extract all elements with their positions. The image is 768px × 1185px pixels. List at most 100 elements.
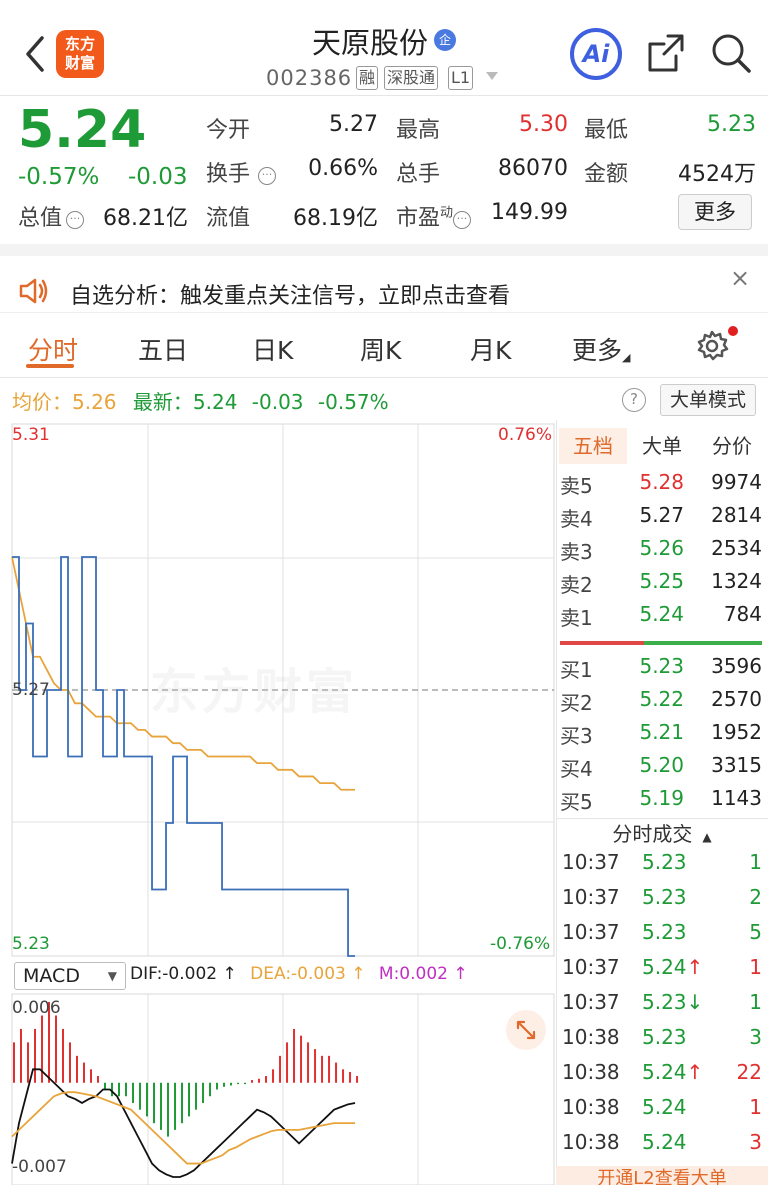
tab-five-levels[interactable]: 五档 [559, 428, 627, 464]
section-divider [0, 244, 768, 256]
tick-price: 5.23 [642, 920, 712, 944]
info-icon[interactable]: ··· [258, 167, 277, 185]
tick-price-value: 5.23 [642, 1025, 687, 1049]
ask-level-2[interactable]: 卖2 5.25 1324 [556, 569, 768, 599]
indicator-select[interactable]: MACD ▼ [14, 962, 126, 990]
ask-level-4-label: 卖4 [560, 507, 593, 531]
tab-weekly-k[interactable]: 周K [360, 331, 401, 367]
tick-price: 5.23 [642, 850, 712, 874]
expand-icon[interactable] [506, 1010, 546, 1050]
ask-level-1-price: 5.24 [639, 602, 684, 626]
tick-time: 10:38 [562, 1130, 620, 1154]
arrow-down-icon: ↓ [686, 990, 704, 1014]
big-order-mode-button[interactable]: 大单模式 [660, 384, 756, 416]
ask-level-3-price: 5.26 [639, 536, 684, 560]
tick-time: 10:37 [562, 920, 620, 944]
ai-assistant-button[interactable]: Ai [570, 28, 622, 80]
quote-label-total-cap: 总值 ··· [18, 200, 85, 232]
intraday-summary: 均价：5.26 最新：5.24 -0.03 -0.57% [12, 390, 389, 414]
macd-values: DIF:-0.002 ↑ DEA:-0.003 ↑ M:0.002 ↑ [130, 964, 468, 984]
quote-value-total-cap: 68.21亿 [103, 206, 188, 231]
tick-row: 10:38 5.23 3 [556, 1025, 768, 1055]
ask-level-4-volume: 2814 [711, 503, 762, 527]
chart-grid [11, 423, 555, 1185]
macd-axis-bottom: -0.007 [12, 1157, 67, 1177]
notice-text[interactable]: 自选分析：触发重点关注信号，立即点击查看 [70, 278, 510, 310]
tab-daily-k[interactable]: 日K [252, 331, 293, 367]
bid-level-1[interactable]: 买1 5.23 3596 [556, 654, 768, 684]
pct-axis-top: 0.76% [498, 425, 553, 445]
tick-volume: 22 [736, 1060, 762, 1084]
back-arrow-icon[interactable] [22, 34, 48, 74]
ask-level-5-price: 5.28 [639, 470, 684, 494]
bid-level-3[interactable]: 买3 5.21 1952 [556, 720, 768, 750]
bid-level-2[interactable]: 买2 5.22 2570 [556, 687, 768, 717]
tag-margin: 融 [356, 66, 379, 90]
tab-more[interactable]: 更多◢ [572, 331, 630, 367]
ask-level-3[interactable]: 卖3 5.26 2534 [556, 536, 768, 566]
help-icon[interactable]: ? [622, 388, 646, 412]
ask-level-1-volume: 784 [723, 602, 762, 626]
y-axis-top: 5.31 [12, 425, 50, 445]
tab-big-orders[interactable]: 大单 [629, 428, 695, 464]
tick-time: 10:37 [562, 850, 620, 874]
tab-price-dist[interactable]: 分价 [697, 428, 767, 464]
quote-value-pe: 149.99 [491, 200, 568, 225]
bid-level-3-label: 买3 [560, 724, 593, 748]
tick-price: 5.23 [642, 885, 712, 909]
bid-level-4[interactable]: 买4 5.20 3315 [556, 753, 768, 783]
price-line [12, 556, 356, 957]
tick-volume: 5 [749, 920, 762, 944]
pct-axis-bottom: -0.76% [490, 934, 551, 954]
close-icon[interactable]: × [730, 264, 750, 292]
tick-time: 10:37 [562, 990, 620, 1014]
bid-level-1-price: 5.23 [639, 654, 684, 678]
tick-row: 10:37 5.23 2 [556, 885, 768, 915]
bid-level-5[interactable]: 买5 5.19 1143 [556, 786, 768, 816]
tick-price: 5.24 [642, 1095, 712, 1119]
bid-level-4-volume: 3315 [711, 753, 762, 777]
gear-icon[interactable] [694, 328, 730, 364]
y-axis-bottom: 5.23 [12, 934, 50, 954]
speaker-icon [19, 278, 48, 304]
info-icon[interactable]: ··· [66, 211, 85, 229]
tick-price-value: 5.23 [642, 920, 687, 944]
ask-level-1[interactable]: 卖1 5.24 784 [556, 602, 768, 632]
chevron-down-icon[interactable] [484, 70, 500, 82]
bid-level-4-label: 买4 [560, 757, 593, 781]
intraday-chart[interactable] [0, 420, 556, 1185]
quote-value-volume: 86070 [498, 156, 568, 181]
more-quote-button[interactable]: 更多 [678, 194, 752, 230]
quote-value-amount: 4524万 [678, 162, 756, 187]
tag-level[interactable]: L1 [448, 66, 474, 90]
tick-row: 10:38 5.24 3 [556, 1130, 768, 1160]
app-logo[interactable]: 东方 财富 [56, 30, 104, 78]
tab-intraday[interactable]: 分时 [28, 331, 78, 367]
tick-price-value: 5.24 [642, 1060, 687, 1084]
header-bar: 东方 财富 天原股份 企 002386 融 深股通 L1 Ai [0, 0, 768, 96]
ticks-title[interactable]: 分时成交 ▲ [556, 818, 768, 848]
ask-level-5[interactable]: 卖5 5.28 9974 [556, 470, 768, 500]
tab-monthly-k[interactable]: 月K [470, 331, 511, 367]
change-amount: -0.03 [128, 164, 188, 190]
active-tab-indicator [26, 364, 74, 368]
change-percent: -0.57% [18, 164, 100, 190]
info-icon[interactable]: ··· [453, 211, 472, 229]
stock-code: 002386 [266, 66, 353, 90]
bid-level-2-price: 5.22 [639, 687, 684, 711]
tick-volume: 1 [749, 990, 762, 1014]
tab-five-day[interactable]: 五日 [138, 331, 188, 367]
tick-volume: 3 [749, 1130, 762, 1154]
open-l2-banner[interactable]: 开通L2查看大单 [556, 1166, 768, 1185]
search-icon[interactable] [710, 32, 752, 74]
y-axis-mid: 5.27 [12, 680, 50, 700]
tick-time: 10:38 [562, 1095, 620, 1119]
tick-price-value: 5.24 [642, 1130, 687, 1154]
tick-time: 10:37 [562, 885, 620, 909]
share-icon[interactable] [646, 32, 686, 74]
tick-volume: 1 [749, 850, 762, 874]
bid-level-5-label: 买5 [560, 790, 593, 814]
quote-label-turnover: 换手 ··· [206, 156, 277, 188]
ask-level-4[interactable]: 卖4 5.27 2814 [556, 503, 768, 533]
chart-tabs: 分时 五日 日K 周K 月K 更多◢ [0, 312, 768, 378]
